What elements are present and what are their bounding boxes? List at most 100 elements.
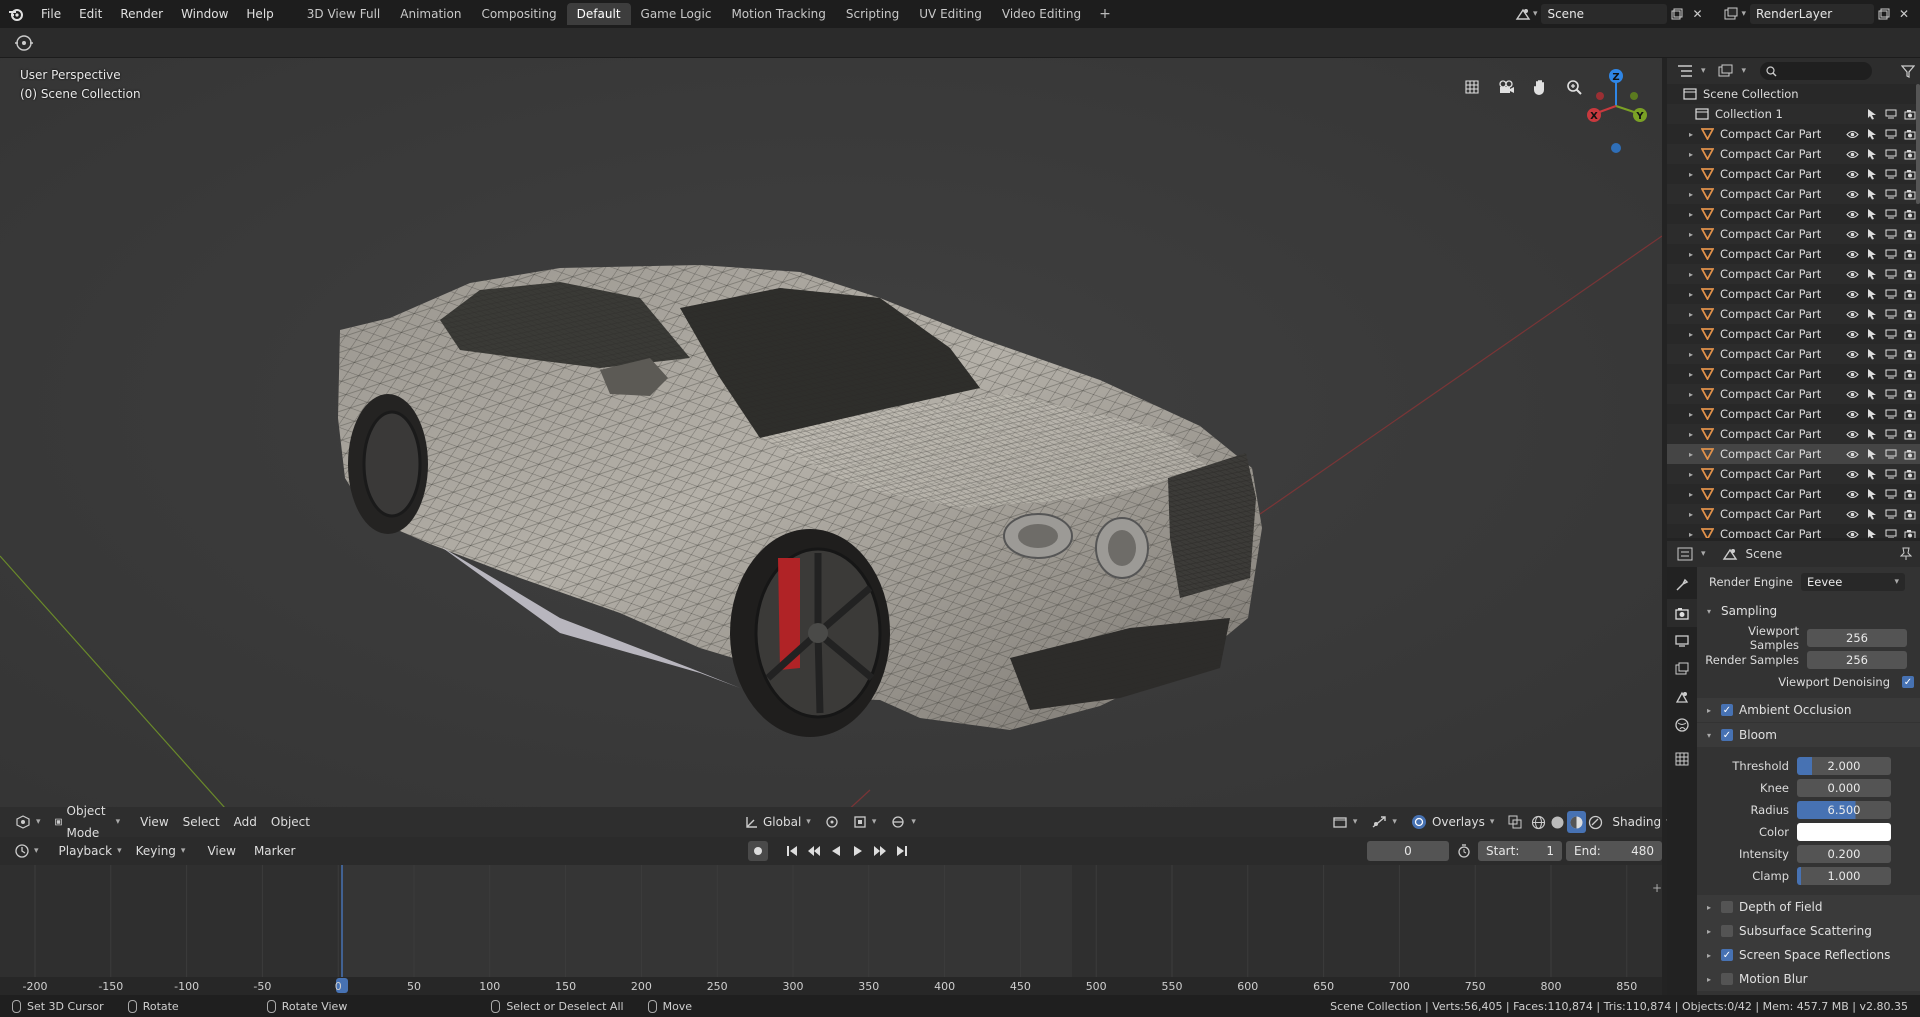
tab-video-editing[interactable]: Video Editing: [992, 3, 1091, 25]
outliner-object-row[interactable]: ▸ Compact Car Part.01: [1667, 284, 1920, 304]
visibility-eye-icon[interactable]: [1846, 168, 1859, 181]
jump-keyframe-back-icon[interactable]: [804, 841, 824, 861]
render-toggle-icon[interactable]: [1903, 368, 1916, 381]
jump-start-icon[interactable]: [782, 841, 802, 861]
shading-solid-icon[interactable]: [1548, 811, 1567, 833]
outliner-object-row[interactable]: ▸ Compact Car Part.02: [1667, 344, 1920, 364]
outliner-object-row[interactable]: ▸ Compact Car Part.01: [1667, 244, 1920, 264]
pivot-point-icon[interactable]: [818, 811, 846, 833]
timeline-add-icon[interactable]: +: [1652, 881, 1662, 895]
viewport-toggle-icon[interactable]: [1884, 488, 1897, 501]
visibility-eye-icon[interactable]: [1846, 228, 1859, 241]
clamp-slider[interactable]: 1.000: [1797, 867, 1891, 885]
select-toggle-icon[interactable]: [1865, 308, 1878, 321]
sampling-panel-header[interactable]: ▾ Sampling: [1697, 599, 1920, 623]
preview-range-icon[interactable]: [1454, 841, 1474, 861]
viewport-toggle-icon[interactable]: [1884, 108, 1897, 121]
select-toggle-icon[interactable]: [1865, 268, 1878, 281]
xray-toggle-icon[interactable]: [1501, 811, 1529, 833]
outliner-object-row[interactable]: ▸ Compact Car Part.02: [1667, 384, 1920, 404]
visibility-eye-icon[interactable]: [1846, 188, 1859, 201]
viewport-toggle-icon[interactable]: [1884, 168, 1897, 181]
delete-scene-icon[interactable]: ✕: [1687, 4, 1707, 24]
expand-arrow-icon[interactable]: ▸: [1689, 330, 1697, 339]
visibility-eye-icon[interactable]: [1846, 428, 1859, 441]
render-tab-icon[interactable]: [1667, 599, 1697, 627]
select-toggle-icon[interactable]: [1865, 168, 1878, 181]
outliner-object-row[interactable]: ▸ Compact Car Part.04: [1667, 484, 1920, 504]
render-engine-select[interactable]: Eevee ▾: [1801, 573, 1905, 591]
render-toggle-icon[interactable]: [1903, 148, 1916, 161]
marker-menu[interactable]: Marker: [247, 840, 302, 862]
texture-tab-icon[interactable]: [1667, 745, 1697, 773]
outliner-object-row[interactable]: ▸ Compact Car Part.02: [1667, 364, 1920, 384]
record-keyframe-icon[interactable]: [748, 841, 768, 861]
select-toggle-icon[interactable]: [1865, 488, 1878, 501]
keying-menu[interactable]: Keying ▾: [129, 840, 193, 862]
render-toggle-icon[interactable]: [1903, 208, 1916, 221]
select-toggle-icon[interactable]: [1865, 148, 1878, 161]
visibility-eye-icon[interactable]: [1846, 148, 1859, 161]
tab-scripting[interactable]: Scripting: [836, 3, 909, 25]
visibility-eye-icon[interactable]: [1846, 308, 1859, 321]
select-toggle-icon[interactable]: [1865, 288, 1878, 301]
tab-uv-editing[interactable]: UV Editing: [909, 3, 992, 25]
menu-render[interactable]: Render: [111, 0, 172, 28]
world-tab-icon[interactable]: [1667, 711, 1697, 739]
viewport-toggle-icon[interactable]: [1884, 408, 1897, 421]
render-toggle-icon[interactable]: [1903, 248, 1916, 261]
view-layer-field[interactable]: RenderLayer: [1750, 4, 1874, 24]
3d-viewport[interactable]: User Perspective (0) Scene Collection Z …: [0, 58, 1662, 836]
viewport-toggle-icon[interactable]: [1884, 428, 1897, 441]
outliner-object-row[interactable]: ▸ Compact Car Part.00: [1667, 144, 1920, 164]
expand-arrow-icon[interactable]: ▸: [1689, 410, 1697, 419]
select-toggle-icon[interactable]: [1865, 108, 1878, 121]
visibility-eye-icon[interactable]: [1846, 408, 1859, 421]
motion-blur-checkbox[interactable]: [1721, 973, 1733, 985]
select-toggle-icon[interactable]: [1865, 328, 1878, 341]
viewport-toggle-icon[interactable]: [1884, 368, 1897, 381]
ambient-occlusion-panel-header[interactable]: ▸ ✓ Ambient Occlusion: [1697, 698, 1920, 722]
visibility-eye-icon[interactable]: [1846, 288, 1859, 301]
timeline-area[interactable]: -200 -150 -100 -50 0 50 100 150 200 250 300 350 400 4…: [0, 865, 1662, 995]
menu-select[interactable]: Select: [176, 811, 227, 833]
subsurface-scattering-checkbox[interactable]: [1721, 925, 1733, 937]
outliner-object-row[interactable]: ▸ Compact Car Part.01: [1667, 204, 1920, 224]
pan-hand-icon[interactable]: [1526, 73, 1554, 101]
depth-of-field-panel-header[interactable]: ▸ Depth of Field: [1697, 895, 1920, 919]
gizmo-toggle-icon[interactable]: ▾: [1364, 811, 1404, 833]
viewport-toggle-icon[interactable]: [1884, 508, 1897, 521]
menu-window[interactable]: Window: [172, 0, 237, 28]
viewport-samples-field[interactable]: 256: [1807, 629, 1907, 647]
outliner-object-row[interactable]: ▸ Compact Car Part.02: [1667, 324, 1920, 344]
expand-arrow-icon[interactable]: ▸: [1689, 150, 1697, 159]
intensity-slider[interactable]: 0.200: [1797, 845, 1891, 863]
visibility-eye-icon[interactable]: [1846, 248, 1859, 261]
visibility-eye-icon[interactable]: [1846, 208, 1859, 221]
display-mode-icon[interactable]: [1716, 61, 1736, 81]
outliner-object-row[interactable]: ▸ Compact Car Part.03: [1667, 424, 1920, 444]
visibility-eye-icon[interactable]: [1846, 448, 1859, 461]
render-toggle-icon[interactable]: [1903, 288, 1916, 301]
snap-icon[interactable]: ▾: [846, 811, 884, 833]
axis-gizmo[interactable]: Z Y X: [1578, 64, 1658, 156]
pin-icon[interactable]: [1896, 544, 1916, 564]
jump-keyframe-forward-icon[interactable]: [870, 841, 890, 861]
outliner-search-input[interactable]: [1760, 62, 1873, 80]
scene-name-field[interactable]: Scene: [1541, 4, 1668, 24]
radius-slider[interactable]: 6.500: [1797, 801, 1891, 819]
start-frame-field[interactable]: Start: 1: [1478, 841, 1562, 861]
outliner-object-row[interactable]: ▸ Compact Car Part.03: [1667, 464, 1920, 484]
viewport-toggle-icon[interactable]: [1884, 128, 1897, 141]
depth-of-field-checkbox[interactable]: [1721, 901, 1733, 913]
timeline-view-menu[interactable]: View: [200, 840, 242, 862]
bloom-panel-header[interactable]: ▾ ✓ Bloom: [1697, 723, 1920, 747]
viewport-denoising-row[interactable]: Viewport Denoising ✓: [1697, 671, 1920, 693]
outliner-object-row[interactable]: ▸ Compact Car Part.01: [1667, 224, 1920, 244]
viewport-toggle-icon[interactable]: [1884, 268, 1897, 281]
tab-compositing[interactable]: Compositing: [471, 3, 566, 25]
outliner-object-row[interactable]: ▸ Compact Car Part.04: [1667, 504, 1920, 524]
expand-arrow-icon[interactable]: ▸: [1689, 190, 1697, 199]
expand-arrow-icon[interactable]: ▸: [1689, 510, 1697, 519]
tab-animation[interactable]: Animation: [390, 3, 471, 25]
